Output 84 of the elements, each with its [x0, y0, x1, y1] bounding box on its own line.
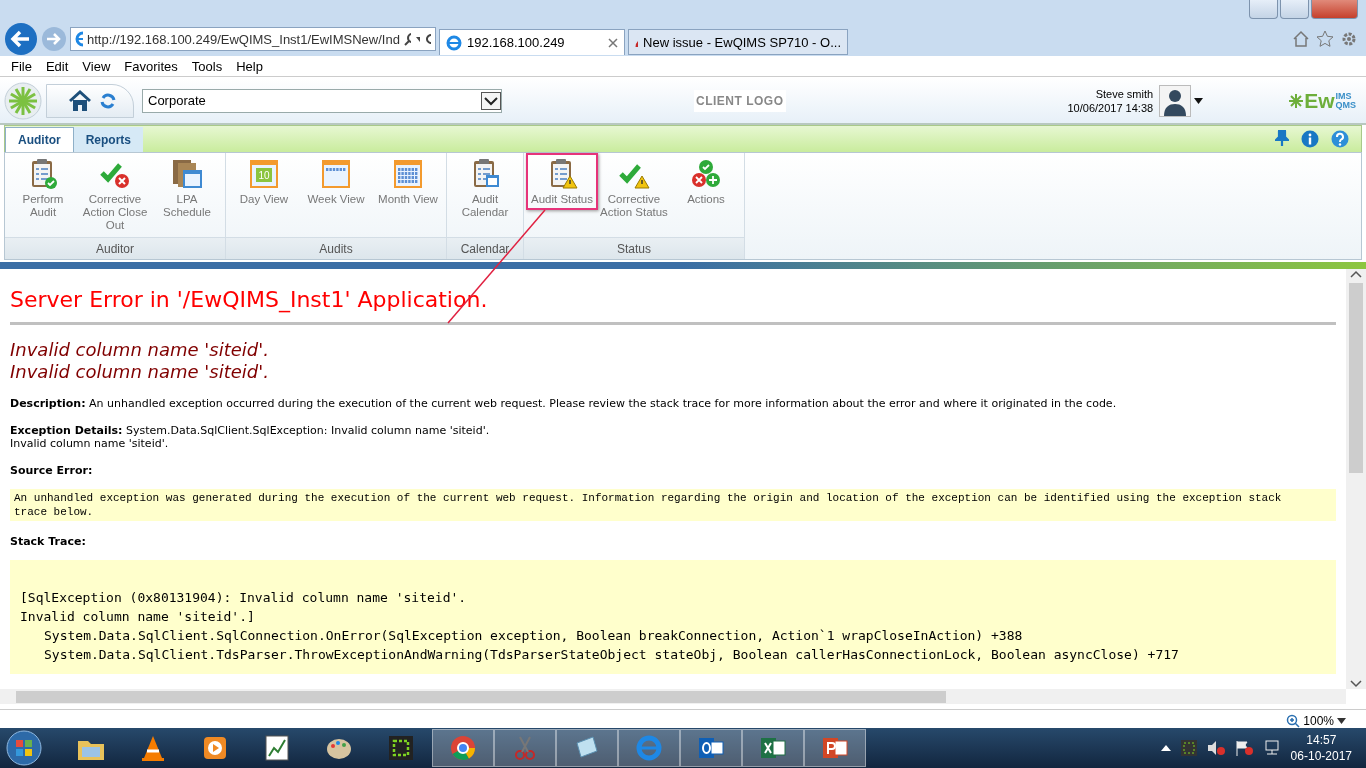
home-icon[interactable] — [69, 89, 91, 112]
chrome-icon[interactable] — [432, 729, 494, 767]
stack-trace-line: Invalid column name 'siteid'.] — [20, 608, 256, 626]
ribbon-button[interactable]: Corrective Action Close Out — [79, 153, 151, 236]
browser-e-icon — [75, 31, 84, 47]
ribbon-button[interactable]: Perform Audit — [7, 153, 79, 223]
scissors-icon[interactable] — [494, 729, 556, 767]
avatar-icon[interactable] — [1159, 84, 1192, 117]
zoom-icon[interactable] — [1286, 714, 1301, 728]
menu-item[interactable]: Edit — [38, 58, 76, 74]
clock-date[interactable]: 06-10-2017 — [1290, 748, 1352, 764]
stack-trace-line: [SqlException (0x80131904): Invalid column name 'siteid'. — [20, 589, 468, 607]
pin-icon[interactable] — [1275, 130, 1289, 146]
caret-icon[interactable] — [1160, 745, 1171, 751]
caret-icon[interactable] — [1337, 718, 1346, 724]
site-dropdown[interactable]: Corporate — [142, 88, 502, 113]
stack-trace-line: System.Data.SqlClient.SqlConnection.OnError(SqlException exception, Boolean breakConnection, Action`1 wrapCloseInAction) +388 — [43, 627, 1024, 645]
ribbon-button[interactable]: Week View — [300, 153, 372, 210]
ribbon-button[interactable]: LPA Schedule — [151, 153, 223, 223]
menu-item[interactable]: Tools — [184, 58, 230, 74]
caret-icon[interactable] — [414, 34, 420, 44]
spreadsheet-app-icon[interactable] — [742, 729, 804, 767]
maximize-button[interactable] — [1280, 0, 1309, 19]
section-heading: Stack Trace: — [10, 535, 87, 548]
calendar-icon: 10 — [247, 157, 281, 191]
browser-tab[interactable]: New issue - EwQIMS SP710 - O... — [628, 29, 848, 55]
minimize-button[interactable] — [1249, 0, 1278, 19]
menu-item[interactable]: View — [75, 58, 118, 74]
browser-tab[interactable]: 192.168.100.249 — [439, 29, 625, 55]
user-name: Steve smith — [1094, 86, 1154, 101]
source-error-text: An unhandled exception was generated during the execution of the current web request. Information regarding the origin and location of the exception can be identified using the exception stack trace below. — [10, 489, 1336, 521]
menu-item[interactable]: File — [4, 58, 39, 74]
error-message: Invalid column name 'siteid'. — [10, 361, 270, 383]
menu-item[interactable]: Favorites — [117, 58, 185, 74]
group-label: Status — [524, 237, 744, 259]
slides-app-icon[interactable] — [804, 729, 866, 767]
horizontal-scrollbar[interactable] — [0, 689, 1346, 704]
scroll-up-icon[interactable] — [1350, 269, 1362, 279]
clipboard-calendar-icon — [170, 157, 204, 191]
stack-trace-line: System.Data.SqlClient.TdsParser.ThrowExceptionAndWarning(TdsParserStateObject stateObj, Boolean callerHasConnectionLock, Boolean asyncClose) +717 — [43, 646, 1180, 664]
section-heading: Source Error: — [10, 464, 94, 477]
star-icon[interactable] — [1316, 30, 1334, 48]
group-label: Calendar — [447, 237, 523, 259]
exception-details-text: Exception Details: System.Data.SqlClient.SqlException: Invalid column name 'siteid'. — [10, 424, 491, 437]
speaker-muted-icon[interactable] — [1206, 740, 1225, 756]
menu-item[interactable]: Help — [229, 58, 270, 74]
calendar-icon — [319, 157, 353, 191]
info-icon[interactable] — [1301, 130, 1319, 148]
refresh-icon[interactable] — [424, 32, 431, 46]
zoom-level[interactable]: 100% — [1303, 714, 1334, 728]
browser-e-icon[interactable] — [618, 729, 680, 767]
scroll-down-icon[interactable] — [1350, 679, 1362, 689]
close-icon[interactable] — [608, 37, 618, 48]
ribbon-button[interactable]: Audit Status — [526, 153, 598, 210]
exception-details-text: Invalid column name 'siteid'. — [10, 437, 170, 450]
caret-icon[interactable] — [1194, 97, 1204, 104]
address-field[interactable]: http://192.168.100.249/EwQIMS_Inst1/EwIMSNew/Ind — [70, 27, 436, 51]
start-button[interactable] — [6, 730, 42, 766]
ribbon-button[interactable]: Corrective Action Status — [598, 153, 670, 223]
notepad-icon[interactable] — [556, 729, 618, 767]
help-icon[interactable] — [1331, 130, 1349, 148]
flag-icon[interactable] — [1234, 740, 1253, 756]
group-label: Auditor — [5, 237, 225, 259]
ribbon-button[interactable]: Actions — [670, 153, 742, 210]
ribbon-tab[interactable]: Reports — [73, 127, 143, 152]
ribbon-button[interactable]: Month View — [372, 153, 444, 210]
client-logo: CLIENT LOGO — [694, 89, 786, 112]
browser-e-icon — [446, 34, 462, 51]
vertical-scrollbar[interactable] — [1346, 269, 1366, 689]
back-button[interactable] — [4, 22, 38, 56]
tray-app-icon[interactable] — [1180, 740, 1197, 756]
ribbon-button[interactable]: 10 Day View — [228, 153, 300, 210]
description-text: Description: An unhandled exception occurred during the execution of the current web request. Please review the stack trace for more information about the error and where it originated in the code. — [10, 397, 1118, 410]
settings-icon[interactable] — [1340, 30, 1358, 48]
ribbon-tab[interactable]: Auditor — [5, 127, 74, 152]
login-datetime: 10/06/2017 14:38 — [1067, 100, 1154, 115]
mail-app-icon[interactable] — [680, 729, 742, 767]
clock-time[interactable]: 14:57 — [1290, 732, 1352, 748]
calendar-icon — [391, 157, 425, 191]
error-message: Invalid column name 'siteid'. — [10, 339, 270, 361]
group-label: Audits — [226, 237, 446, 259]
starburst-logo-icon — [4, 81, 42, 120]
network-icon[interactable] — [1262, 740, 1281, 756]
ribbon-button[interactable]: Audit Calendar — [449, 153, 521, 223]
